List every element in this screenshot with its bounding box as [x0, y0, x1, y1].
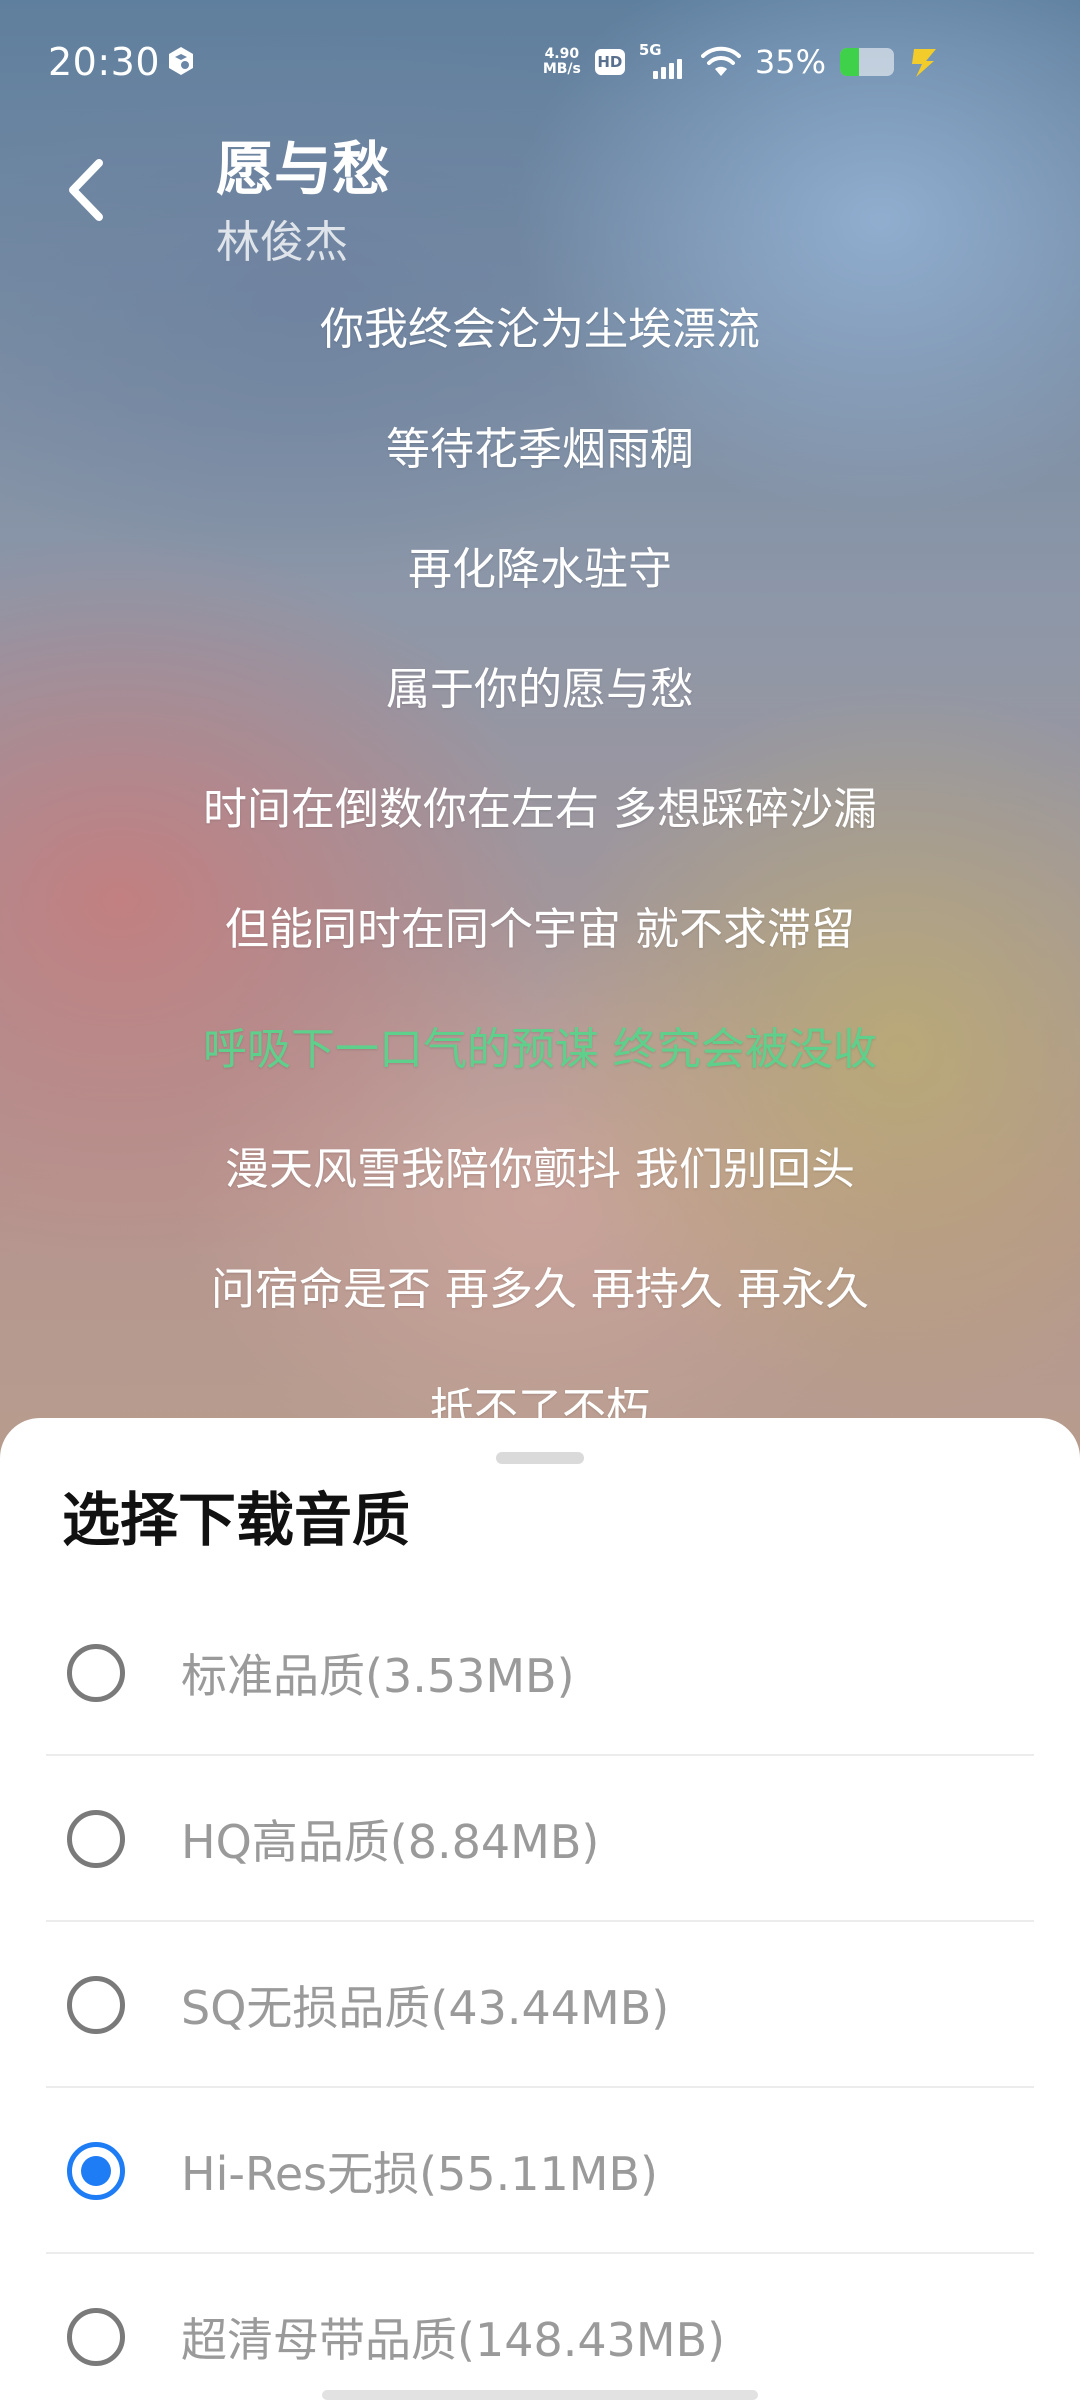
quality-option-hires[interactable]: Hi-Res无损(55.11MB)	[0, 2088, 1080, 2254]
status-icons: 4.90 MB/s HD 5G 35%	[543, 41, 940, 82]
battery-fill	[840, 48, 859, 76]
app-notification-icon	[169, 47, 193, 75]
battery-percent: 35%	[754, 43, 826, 81]
network-speed-value: 4.90	[544, 46, 580, 62]
quality-option-standard[interactable]: 标准品质(3.53MB)	[0, 1590, 1080, 1756]
lyric-line[interactable]: 你我终会沦为尘埃漂流	[0, 290, 1080, 410]
quality-option-label: SQ无损品质(43.44MB)	[181, 1981, 670, 2035]
player-screen: 20:30 4.90 MB/s HD 5G 35% 愿与愁 林俊杰 你我终会沦为…	[0, 0, 1080, 2408]
sheet-grab-handle[interactable]	[496, 1452, 584, 1464]
radio-button[interactable]	[67, 1644, 125, 1702]
lyric-line[interactable]: 时间在倒数你在左右 多想踩碎沙漏	[0, 770, 1080, 890]
charging-icon	[912, 49, 936, 77]
quality-option-label: 超清母带品质(148.43MB)	[181, 2313, 726, 2367]
chevron-left-icon	[69, 159, 103, 221]
radio-button[interactable]	[67, 2308, 125, 2366]
lyrics-view[interactable]: 你我终会沦为尘埃漂流 等待花季烟雨稠 再化降水驻守 属于你的愿与愁 时间在倒数你…	[0, 290, 1080, 1490]
network-type-label: 5G	[638, 41, 662, 59]
battery-icon	[840, 48, 894, 76]
home-indicator[interactable]	[322, 2390, 758, 2400]
lyric-line[interactable]: 等待花季烟雨稠	[0, 410, 1080, 530]
quality-options: 标准品质(3.53MB) HQ高品质(8.84MB) SQ无损品质(43.44M…	[0, 1590, 1080, 2408]
network-speed: 4.90 MB/s	[543, 47, 581, 77]
signal-icon: 5G	[639, 41, 687, 79]
quality-option-label: HQ高品质(8.84MB)	[181, 1815, 600, 1869]
artist-name[interactable]: 林俊杰	[216, 206, 348, 270]
back-button[interactable]	[50, 150, 120, 230]
radio-button[interactable]	[67, 1976, 125, 2034]
lyric-line[interactable]: 问宿命是否 再多久 再持久 再永久	[0, 1250, 1080, 1370]
lyric-line[interactable]: 但能同时在同个宇宙 就不求滞留	[0, 890, 1080, 1010]
quality-option-label: 标准品质(3.53MB)	[181, 1649, 575, 1703]
status-bar: 20:30 4.90 MB/s HD 5G 35%	[0, 0, 1080, 120]
radio-button-selected[interactable]	[67, 2142, 125, 2200]
sheet-title: 选择下载音质	[62, 1486, 411, 1554]
lyric-line[interactable]: 再化降水驻守	[0, 530, 1080, 650]
lyric-line-active[interactable]: 呼吸下一口气的预谋 终究会被没收	[0, 1010, 1080, 1130]
quality-option-label: Hi-Res无损(55.11MB)	[181, 2147, 658, 2201]
lyric-line[interactable]: 漫天风雪我陪你颤抖 我们别回头	[0, 1130, 1080, 1250]
quality-option-sq[interactable]: SQ无损品质(43.44MB)	[0, 1922, 1080, 2088]
song-title: 愿与愁	[216, 135, 391, 203]
download-quality-sheet: 选择下载音质 标准品质(3.53MB) HQ高品质(8.84MB) SQ无损品质…	[0, 1418, 1080, 2408]
signal-bars	[652, 59, 682, 79]
hd-icon: HD	[594, 49, 625, 75]
radio-button[interactable]	[67, 1810, 125, 1868]
lyric-line[interactable]: 属于你的愿与愁	[0, 650, 1080, 770]
quality-option-hq[interactable]: HQ高品质(8.84MB)	[0, 1756, 1080, 1922]
quality-option-master[interactable]: 超清母带品质(148.43MB)	[0, 2254, 1080, 2408]
wifi-icon	[700, 46, 741, 76]
status-time: 20:30	[48, 40, 161, 84]
network-speed-unit: MB/s	[542, 61, 581, 77]
